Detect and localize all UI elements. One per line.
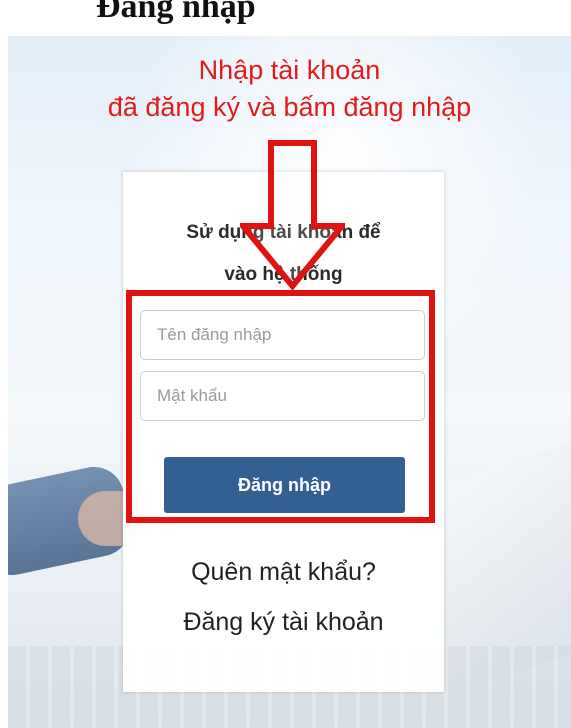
forgot-password-link[interactable]: Quên mật khẩu? — [123, 558, 444, 587]
down-arrow-icon — [240, 140, 345, 290]
instruction-line-2: đã đăng ký và bấm đăng nhập — [107, 92, 472, 122]
page-heading-text: Đăng nhập — [96, 0, 256, 25]
instruction-line-1: Nhập tài khoản — [198, 55, 381, 85]
register-link[interactable]: Đăng ký tài khoản — [123, 608, 444, 637]
page-heading: Đăng nhập — [0, 0, 571, 36]
highlight-box — [126, 290, 435, 523]
instruction-annotation: Nhập tài khoản đã đăng ký và bấm đăng nh… — [8, 52, 571, 126]
